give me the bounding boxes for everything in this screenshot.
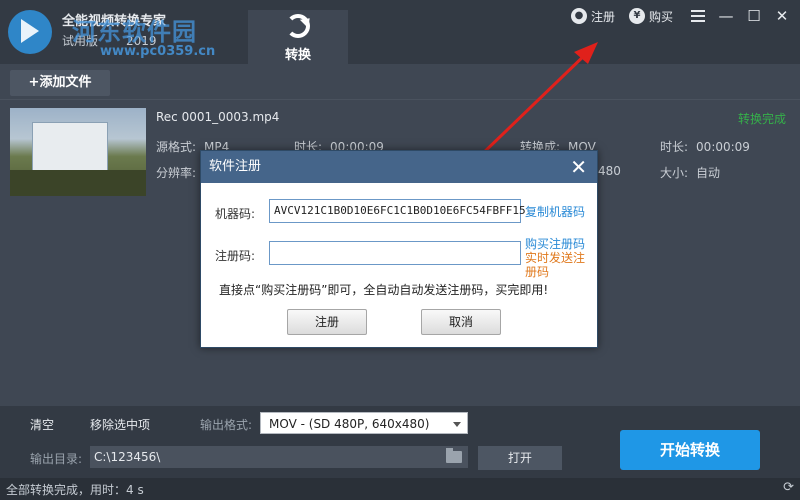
target-resolution: 480 [598,164,621,178]
status-bar: 全部转换完成，用时：4 s ⟳ [0,478,800,500]
dialog-cancel-button[interactable]: 取消 [421,309,501,335]
yen-icon: ¥ [628,8,645,24]
target-size: 大小: 自动 [660,164,720,181]
toolbar: +添加文件 [0,64,800,100]
output-dir-field[interactable]: C:\123456\ [90,446,468,468]
machine-code-field[interactable]: AVCV121C1B0D10E6FC1C1B0D10E6FC54FBFF15 [269,199,526,223]
realtime-send-link[interactable]: 实时发送注册码 [525,251,591,279]
dialog-header: 软件注册 ✕ [201,151,597,183]
output-dir-value: C:\123456\ [94,450,161,464]
register-label: 注册 [590,9,615,24]
copy-machine-code-link[interactable]: 复制机器码 [525,203,585,220]
folder-icon[interactable] [446,448,462,463]
open-folder-button[interactable]: 打开 [478,446,562,470]
output-dir-label: 输出目录: [30,452,83,466]
dialog-register-button[interactable]: 注册 [287,309,367,335]
size-value: 自动 [696,166,721,180]
remove-selected-button[interactable]: 移除选中项 [90,416,150,433]
dialog-close-icon[interactable]: ✕ [570,151,587,183]
resolution-label: 分辨率: [156,166,197,180]
target-duration: 时长: 00:00:09 [660,138,750,155]
dialog-note: 直接点“购买注册码”即可，全自动自动发送注册码，买完即用! [219,283,549,297]
file-status: 转换完成 [737,112,786,126]
size-label: 大小: [660,166,689,180]
chevron-down-icon [453,422,461,431]
register-dialog: 软件注册 ✕ 机器码: AVCV121C1B0D10E6FC1C1B0D10E6… [200,150,598,348]
start-convert-button[interactable]: 开始转换 [620,430,760,470]
app-logo-icon [8,10,52,54]
reg-code-input[interactable] [269,241,521,265]
dialog-title: 软件注册 [209,159,262,174]
watermark: 河东软件园 [72,18,197,46]
refresh-icon[interactable]: ⟳ [783,480,794,495]
minimize-icon[interactable]: — [716,6,736,26]
refresh-icon [286,14,310,38]
add-file-button[interactable]: +添加文件 [10,70,110,96]
out-duration-label: 时长: [660,140,689,154]
out-duration-value: 00:00:09 [696,140,750,154]
output-format-value: MOV - (SD 480P, 640x480) [269,417,430,431]
register-button[interactable]: ● 注册 [570,8,615,25]
source-format-label: 源格式: [156,140,197,154]
tab-convert-label: 转换 [284,48,311,63]
target-resolution-value: 480 [598,164,621,178]
reg-code-label: 注册码: [215,249,256,263]
video-thumbnail[interactable] [10,108,146,196]
watermark-url: www.pc0359.cn [100,44,216,59]
file-name: Rec 0001_0003.mp4 [156,110,280,124]
output-format-select[interactable]: MOV - (SD 480P, 640x480) [260,412,468,434]
tab-convert[interactable]: 转换 [248,10,348,64]
output-format-label: 输出格式: [200,418,253,432]
buy-reg-code-link[interactable]: 购买注册码 [525,235,585,252]
window-actions: ● 注册 ¥ 购买 — ☐ ✕ [570,0,800,32]
clear-button[interactable]: 清空 [30,416,54,433]
dialog-body: 机器码: AVCV121C1B0D10E6FC1C1B0D10E6FC54FBF… [205,183,593,343]
menu-icon[interactable] [691,10,705,22]
title-bar: 全能视频转换专家 试用版 2019 河东软件园 www.pc0359.cn 转换 … [0,0,800,64]
machine-code-label: 机器码: [215,207,256,221]
buy-label: 购买 [648,9,673,24]
user-icon: ● [570,8,587,24]
source-resolution: 分辨率: [156,164,196,181]
status-text: 全部转换完成，用时：4 s [6,483,144,497]
bottom-panel: 清空 移除选中项 输出格式: MOV - (SD 480P, 640x480) … [0,406,800,478]
close-icon[interactable]: ✕ [772,6,792,26]
maximize-icon[interactable]: ☐ [744,6,764,26]
buy-button[interactable]: ¥ 购买 [628,8,673,25]
